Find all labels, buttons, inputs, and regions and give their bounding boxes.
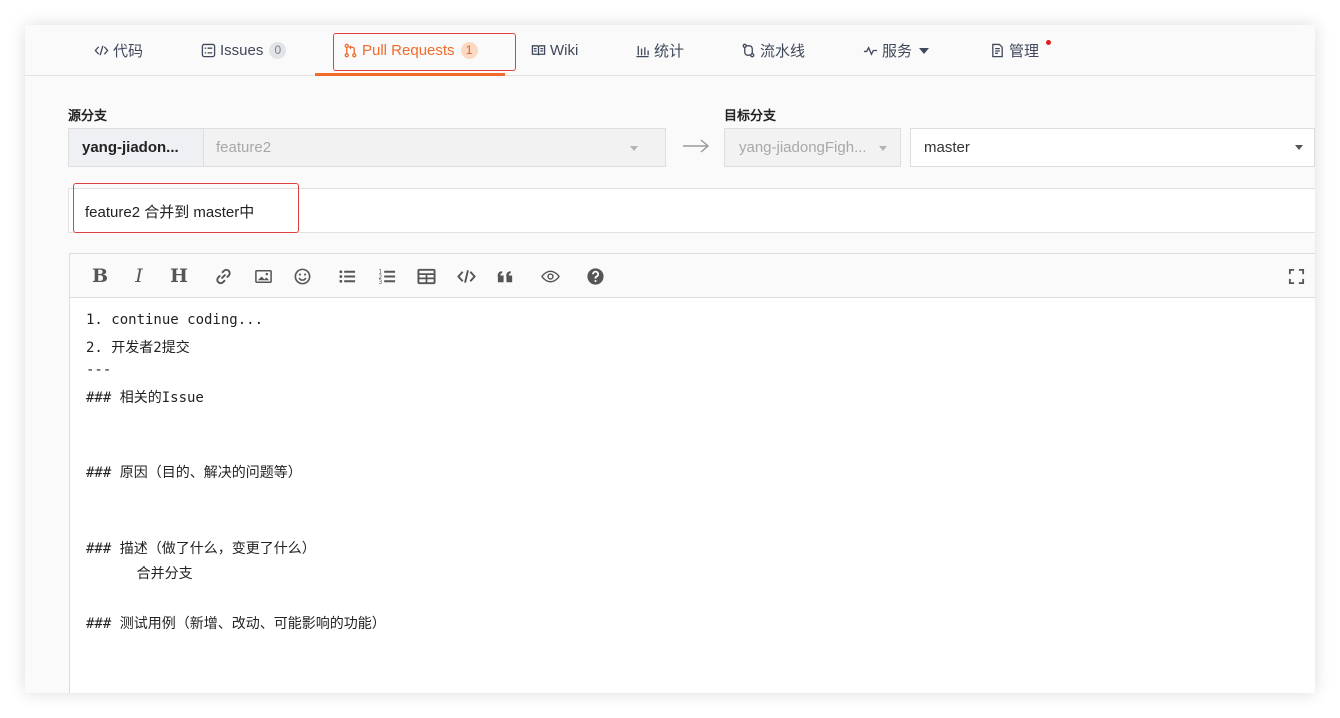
tab-statistics[interactable]: 统计 bbox=[635, 25, 684, 76]
ordered-list-icon: 123 bbox=[378, 269, 395, 286]
italic-button[interactable]: I bbox=[128, 265, 150, 287]
active-tab-indicator bbox=[315, 73, 505, 76]
target-repo-select[interactable]: yang-jiadongFigh... bbox=[724, 128, 901, 167]
table-icon bbox=[416, 268, 436, 284]
quote-button[interactable] bbox=[494, 265, 516, 287]
editor-line: ### 原因（目的、解决的问题等） bbox=[86, 465, 302, 481]
tab-pull-requests[interactable]: Pull Requests 1 bbox=[343, 25, 478, 76]
code-icon bbox=[94, 45, 109, 56]
preview-button[interactable] bbox=[539, 265, 561, 287]
image-button[interactable] bbox=[252, 265, 274, 287]
issues-icon bbox=[201, 43, 216, 58]
source-branch-select[interactable]: feature2 bbox=[203, 128, 666, 167]
svg-text:3: 3 bbox=[378, 280, 382, 286]
ordered-list-button[interactable]: 123 bbox=[376, 265, 398, 287]
table-button[interactable] bbox=[415, 265, 437, 287]
repo-tab-bar: 代码 Issues 0 Pull Requests 1 Wiki 统计 流水线 … bbox=[25, 25, 1315, 76]
pr-description-editor[interactable]: B I H 123 1. continue coding... 2. 开发者2提… bbox=[69, 253, 1315, 693]
chevron-down-icon bbox=[879, 146, 887, 151]
pr-title-input[interactable] bbox=[68, 188, 1315, 233]
target-branch-select[interactable]: master bbox=[910, 128, 1315, 167]
heading-icon: H bbox=[170, 265, 188, 287]
source-branch-label: 源分支 bbox=[68, 108, 108, 123]
pull-request-icon bbox=[344, 43, 357, 58]
bold-icon: B bbox=[91, 265, 109, 287]
tab-manage[interactable]: 管理 bbox=[990, 25, 1039, 76]
help-icon bbox=[586, 267, 604, 285]
manage-icon bbox=[992, 43, 1003, 58]
emoji-button[interactable] bbox=[291, 265, 313, 287]
pr-title-value: feature2 合并到 master中 bbox=[85, 204, 255, 221]
quote-icon bbox=[497, 270, 512, 282]
link-icon bbox=[215, 268, 231, 284]
target-branch-label: 目标分支 bbox=[724, 108, 777, 123]
code-button[interactable] bbox=[455, 265, 477, 287]
editor-line: 1. continue coding... bbox=[86, 312, 264, 328]
help-button[interactable] bbox=[584, 265, 606, 287]
editor-line: ### 测试用例（新增、改动、可能影响的功能） bbox=[86, 616, 386, 632]
bullet-list-button[interactable] bbox=[336, 265, 358, 287]
editor-line: ### 描述（做了什么，变更了什么） bbox=[86, 541, 316, 557]
tab-issues[interactable]: Issues 0 bbox=[201, 25, 287, 76]
issues-count-badge: 0 bbox=[269, 42, 287, 59]
link-button[interactable] bbox=[212, 265, 234, 287]
fullscreen-icon bbox=[1288, 268, 1304, 284]
bullet-list-icon bbox=[338, 269, 355, 283]
editor-toolbar: B I H 123 bbox=[70, 254, 1315, 298]
book-icon bbox=[531, 45, 546, 56]
eye-icon bbox=[540, 270, 560, 282]
pipeline-icon bbox=[742, 43, 755, 58]
editor-line: 2. 开发者2提交 bbox=[86, 340, 190, 356]
italic-icon: I bbox=[135, 265, 143, 287]
pull-request-form-card: 代码 Issues 0 Pull Requests 1 Wiki 统计 流水线 … bbox=[25, 25, 1315, 693]
pull-requests-count-badge: 1 bbox=[460, 42, 478, 59]
pulse-icon bbox=[863, 46, 878, 56]
fullscreen-button[interactable] bbox=[1285, 265, 1307, 287]
editor-line: 合并分支 bbox=[86, 566, 193, 582]
editor-line: --- bbox=[86, 362, 112, 378]
editor-line: ### 相关的Issue bbox=[86, 390, 204, 406]
heading-button[interactable]: H bbox=[168, 265, 190, 287]
arrow-right-icon bbox=[683, 139, 710, 153]
tab-services[interactable]: 服务 bbox=[863, 25, 930, 76]
chevron-down-icon bbox=[1295, 145, 1303, 150]
image-icon bbox=[254, 269, 272, 283]
notification-dot bbox=[1046, 40, 1051, 45]
chevron-down-icon bbox=[630, 146, 638, 151]
tab-pipeline[interactable]: 流水线 bbox=[741, 25, 805, 76]
bold-button[interactable]: B bbox=[89, 265, 111, 287]
tab-code[interactable]: 代码 bbox=[94, 25, 143, 76]
source-owner-select[interactable]: yang-jiadon... bbox=[68, 128, 204, 167]
emoji-icon bbox=[294, 268, 310, 284]
tab-wiki[interactable]: Wiki bbox=[531, 25, 578, 76]
chevron-down-icon bbox=[919, 47, 930, 54]
code-icon bbox=[456, 269, 476, 283]
bar-chart-icon bbox=[636, 45, 649, 58]
